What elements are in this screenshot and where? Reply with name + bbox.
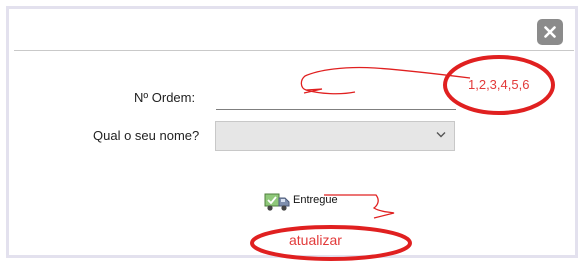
close-button[interactable] bbox=[537, 19, 563, 45]
delivery-truck-check-icon bbox=[264, 193, 290, 211]
modal-header-divider bbox=[14, 50, 574, 51]
nome-select[interactable] bbox=[215, 121, 455, 151]
status-label: Entregue bbox=[293, 194, 338, 206]
ordem-input[interactable] bbox=[216, 86, 456, 110]
close-x-icon bbox=[544, 26, 556, 38]
chevron-down-icon bbox=[436, 132, 446, 138]
annotation-atualizar-text: atualizar bbox=[289, 232, 342, 248]
ordem-label: Nº Ordem: bbox=[134, 90, 196, 105]
annotation-numbers-text: 1,2,3,4,5,6 bbox=[468, 77, 530, 92]
nome-label: Qual o seu nome? bbox=[93, 128, 200, 143]
status-entregue[interactable]: Entregue bbox=[264, 192, 338, 212]
